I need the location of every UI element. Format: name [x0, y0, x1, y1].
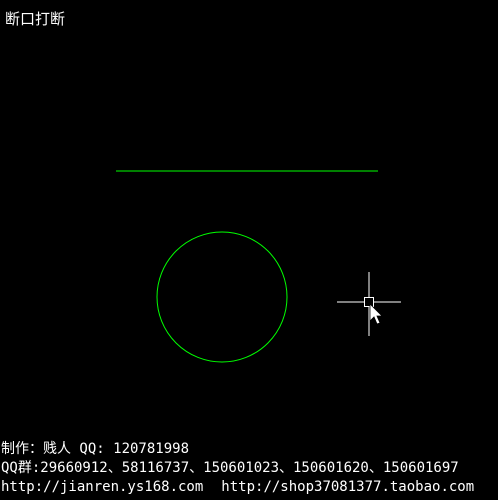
arrow-pointer-icon	[369, 303, 383, 325]
drawing-canvas[interactable]	[0, 0, 498, 500]
pickbox-icon	[364, 297, 374, 307]
circle[interactable]	[156, 231, 288, 363]
site-url: http://jianren.ys168.com	[1, 479, 204, 495]
qq-groups-line: QQ群:29660912、58116737、150601023、15060162…	[1, 460, 459, 476]
author-line: 制作：贱人 QQ: 120781998	[1, 441, 190, 457]
url-line: http://jianren.ys168.com http://shop37081…	[1, 478, 474, 497]
crosshair-cursor	[337, 272, 401, 336]
credits-block: 制作：贱人 QQ: 120781998 QQ群:29660912、5811673…	[1, 440, 474, 497]
shop-url: http://shop37081377.taobao.com	[221, 479, 475, 495]
